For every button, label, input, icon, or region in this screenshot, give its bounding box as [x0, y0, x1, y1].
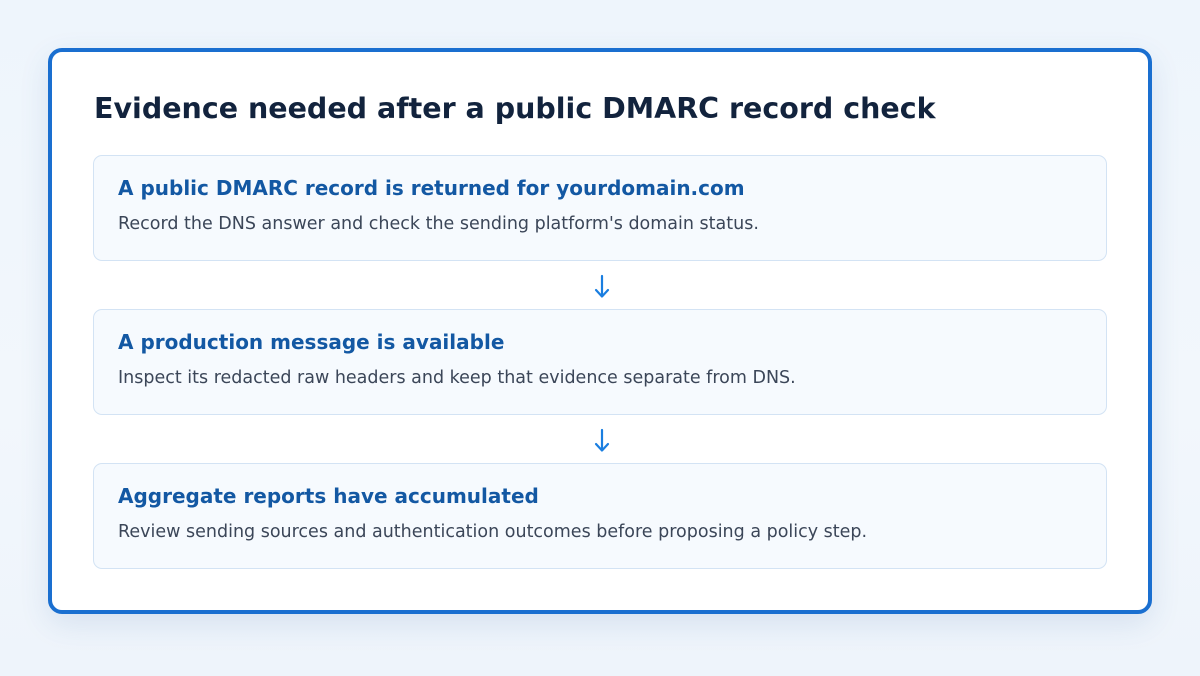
arrow-down-icon	[594, 428, 610, 452]
step-description: Review sending sources and authenticatio…	[118, 522, 868, 542]
step-title: Aggregate reports have accumulated	[118, 484, 539, 508]
step-title: A production message is available	[118, 330, 505, 354]
flow-card: Evidence needed after a public DMARC rec…	[48, 48, 1152, 614]
diagram-title: Evidence needed after a public DMARC rec…	[94, 92, 936, 125]
step-description: Record the DNS answer and check the send…	[118, 214, 759, 234]
flow-step-production-message: A production message is available Inspec…	[93, 309, 1107, 415]
flow-step-dmarc-record: A public DMARC record is returned for yo…	[93, 155, 1107, 261]
arrow-down-icon	[594, 274, 610, 298]
step-title: A public DMARC record is returned for yo…	[118, 176, 745, 200]
step-description: Inspect its redacted raw headers and kee…	[118, 368, 796, 388]
flow-step-aggregate-reports: Aggregate reports have accumulated Revie…	[93, 463, 1107, 569]
